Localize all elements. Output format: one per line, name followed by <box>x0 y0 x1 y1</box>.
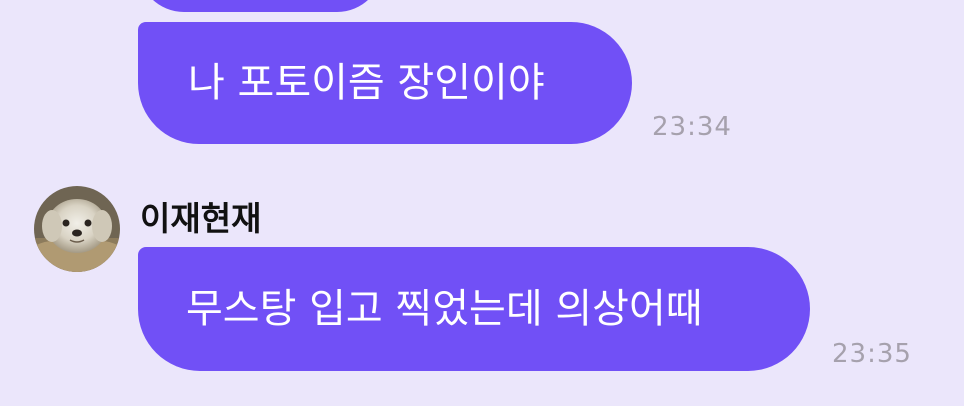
dog-avatar-icon[interactable] <box>34 186 120 272</box>
avatar-image <box>34 186 120 272</box>
message-text: 나 포토이즘 장인이야 <box>188 60 545 106</box>
message-timestamp: 23:35 <box>832 339 912 369</box>
chat-view: 나 포토이즘 장인이야 23:34 이재현재 무스탕 입고 찍었는데 의상어때 … <box>0 0 964 406</box>
sender-name[interactable]: 이재현재 <box>140 192 261 240</box>
message-text: 무스탕 입고 찍었는데 의상어때 <box>186 286 703 332</box>
message-bubble[interactable]: 나 포토이즘 장인이야 <box>138 22 632 144</box>
message-bubble[interactable]: 무스탕 입고 찍었는데 의상어때 <box>138 247 810 371</box>
previous-message-bubble[interactable] <box>138 0 383 12</box>
message-timestamp: 23:34 <box>652 112 732 142</box>
